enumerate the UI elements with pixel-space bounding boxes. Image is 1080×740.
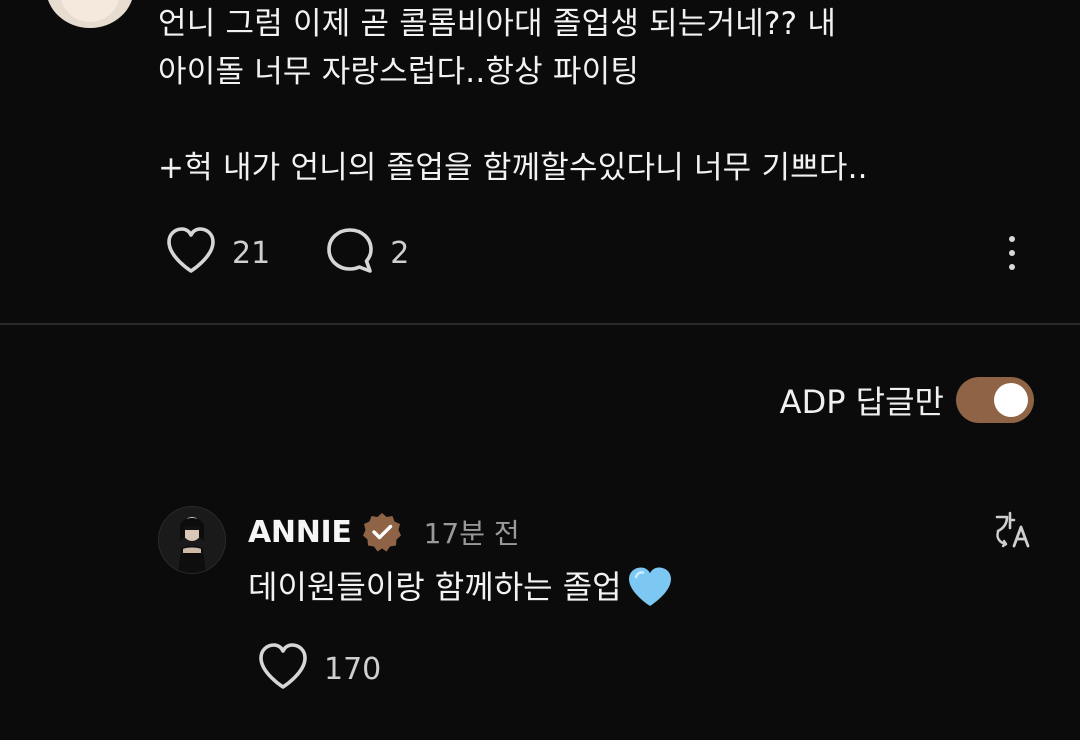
post-like-button[interactable]: 21 bbox=[164, 226, 270, 280]
toggle-knob bbox=[994, 383, 1028, 417]
adp-replies-filter: ADP 답글만 bbox=[780, 376, 1034, 424]
divider bbox=[0, 323, 1080, 325]
heart-outline-icon bbox=[164, 226, 218, 280]
heart-outline-icon bbox=[256, 642, 310, 696]
more-options-button[interactable] bbox=[1002, 236, 1022, 270]
comment-thread: 언니 그럼 이제 곧 콜롬비아대 졸업생 되는거네?? 내 아이돌 너무 자랑스… bbox=[0, 0, 1080, 740]
post-like-count: 21 bbox=[232, 235, 271, 271]
translate-button[interactable] bbox=[994, 510, 1032, 548]
reply-timestamp: 17분 전 bbox=[423, 517, 520, 550]
post-actions: 21 2 bbox=[164, 225, 409, 281]
translate-icon bbox=[995, 511, 1030, 548]
verified-badge-icon bbox=[360, 510, 404, 554]
post-reply-count: 2 bbox=[390, 235, 410, 271]
more-dot bbox=[1009, 264, 1015, 270]
adp-replies-toggle[interactable] bbox=[956, 377, 1034, 423]
light-blue-heart-icon bbox=[626, 565, 674, 609]
reply-text: 데이원들이랑 함께하는 졸업 bbox=[248, 568, 622, 606]
more-vertical-icon bbox=[1009, 236, 1015, 242]
reply-like-button[interactable]: 170 bbox=[256, 642, 381, 696]
filter-label: ADP 답글만 bbox=[779, 383, 944, 421]
reply-author-name[interactable]: ANNIE bbox=[248, 515, 352, 550]
post-author-avatar[interactable] bbox=[46, 0, 134, 28]
reply-author-avatar[interactable] bbox=[158, 506, 226, 574]
avatar-face bbox=[60, 0, 120, 22]
more-dot bbox=[1009, 250, 1015, 256]
avatar-photo bbox=[159, 507, 225, 573]
reply-body: 데이원들이랑 함께하는 졸업 bbox=[248, 562, 674, 612]
reply-like-count: 170 bbox=[324, 651, 382, 687]
post-reply-button[interactable]: 2 bbox=[324, 225, 409, 281]
post-text: 언니 그럼 이제 곧 콜롬비아대 졸업생 되는거네?? 내 아이돌 너무 자랑스… bbox=[158, 6, 868, 186]
speech-bubble-icon bbox=[324, 225, 376, 281]
reply-actions: 170 bbox=[256, 642, 381, 696]
reply-header: ANNIE 17분 전 bbox=[248, 510, 520, 554]
